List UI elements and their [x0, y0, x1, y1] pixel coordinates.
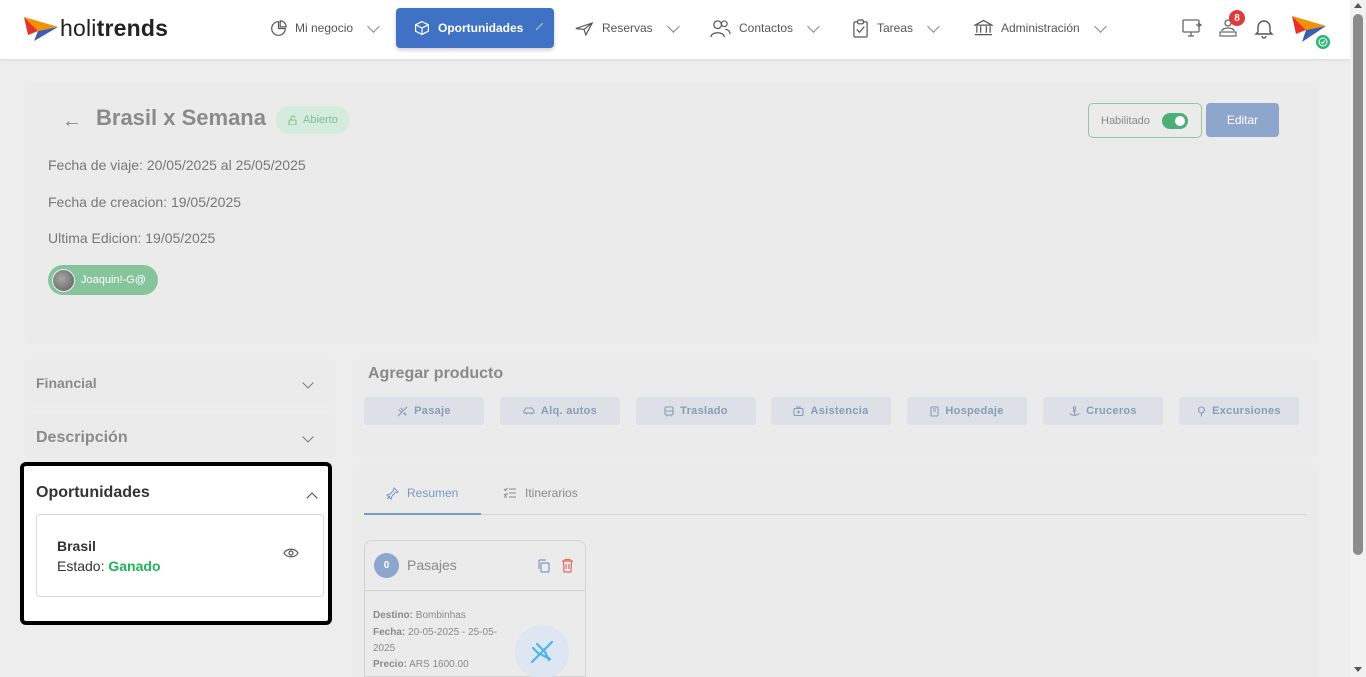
add-excursiones-button[interactable]: Excursiones — [1179, 397, 1299, 425]
pasajes-count: 0 — [374, 553, 399, 578]
chevron-down-icon — [666, 19, 680, 33]
nav-label: Mi negocio — [295, 21, 354, 35]
state-value: Ganado — [108, 558, 161, 574]
clipboard-check-icon — [853, 18, 868, 38]
status-label: Abierto — [303, 114, 338, 126]
fecha-line-cont: 2025 — [373, 643, 396, 654]
trash-icon[interactable] — [561, 558, 574, 573]
anchor-icon — [1069, 405, 1080, 416]
paper-plane-logo-icon — [24, 17, 58, 41]
scroll-down-arrow-icon[interactable] — [1354, 667, 1362, 672]
eye-icon[interactable] — [283, 547, 299, 559]
plane-icon — [515, 625, 569, 677]
accordion-title: Financial — [36, 375, 97, 391]
enabled-toggle[interactable] — [1161, 112, 1188, 129]
add-cruceros-button[interactable]: Cruceros — [1043, 397, 1163, 425]
nav-contactos[interactable]: Contactos — [710, 8, 820, 48]
box-icon — [415, 20, 429, 36]
checklist-icon — [503, 487, 516, 498]
hotel-icon — [930, 405, 939, 417]
active-tab-indicator — [364, 513, 481, 515]
holitrends-logo[interactable]: holitrends — [24, 14, 168, 42]
add-hospedaje-button[interactable]: Hospedaje — [907, 397, 1027, 425]
logo-text: holitrends — [60, 14, 169, 41]
chevron-down-icon — [927, 19, 940, 33]
fecha-line: Fecha: 20-05-2025 - 25-05- — [373, 627, 497, 638]
nav-oportunidades[interactable]: Oportunidades — [396, 8, 554, 48]
bell-icon[interactable] — [1253, 17, 1275, 39]
copy-icon[interactable] — [537, 559, 550, 573]
bus-icon — [664, 405, 674, 416]
bank-icon — [974, 19, 993, 36]
online-check-icon — [1314, 33, 1332, 51]
opportunity-name: Brasil — [57, 538, 96, 554]
nav-administracion[interactable]: Administración — [974, 8, 1107, 48]
nav-label: Contactos — [739, 21, 794, 35]
oportunidades-accordion: Oportunidades Brasil Estado: Ganado — [20, 462, 332, 625]
unlock-icon — [288, 115, 297, 125]
opportunity-state: Estado: Ganado — [57, 558, 161, 574]
pasajes-card: 0 Pasajes Destino: Bombinhas Fecha: 20-0… — [364, 540, 586, 677]
nav-label: Reservas — [602, 21, 653, 35]
avatar — [52, 268, 75, 292]
add-alq-autos-button[interactable]: Alq. autos — [500, 397, 620, 425]
chevron-down-icon — [1093, 19, 1107, 33]
accordion-title[interactable]: Oportunidades — [36, 484, 150, 502]
tabs-divider — [364, 514, 1307, 515]
nav-label: Tareas — [877, 21, 914, 35]
opportunity-item: Brasil Estado: Ganado — [36, 514, 324, 597]
users-icon — [710, 19, 731, 37]
page-scrollbar[interactable] — [1350, 0, 1366, 677]
scroll-up-arrow-icon[interactable] — [1354, 3, 1362, 8]
scroll-thumb[interactable] — [1353, 14, 1363, 555]
plane-icon — [575, 21, 594, 36]
travel-date: Fecha de viaje: 20/05/2025 al 25/05/2025 — [48, 157, 306, 173]
chevron-down-icon — [536, 22, 544, 30]
last-edit-date: Ultima Edicion: 19/05/2025 — [48, 230, 216, 246]
notification-badge: 8 — [1229, 10, 1245, 26]
nav-label: Oportunidades — [438, 21, 524, 35]
destino-line: Destino: Bombinhas — [373, 610, 466, 621]
tab-itinerarios[interactable]: Itinerarios — [503, 486, 578, 500]
user-chip[interactable]: Joaquin!-G@ — [48, 265, 158, 295]
pin-icon — [386, 486, 399, 500]
card-divider — [365, 590, 585, 591]
add-asistencia-button[interactable]: Asistencia — [771, 397, 891, 425]
add-pasaje-button[interactable]: Pasaje — [364, 397, 484, 425]
enabled-toggle-box[interactable]: Habilitado — [1088, 103, 1202, 138]
nav-reservas[interactable]: Reservas — [574, 8, 680, 48]
top-navbar: holitrends Mi negocio Oportunidades Rese… — [0, 0, 1350, 59]
add-product-title: Agregar producto — [368, 365, 504, 382]
car-icon — [523, 407, 535, 415]
creation-date: Fecha de creacion: 19/05/2025 — [48, 194, 242, 210]
edit-button[interactable]: Editar — [1206, 103, 1279, 137]
status-badge: Abierto — [276, 106, 350, 134]
tab-resumen[interactable]: Resumen — [386, 486, 458, 500]
back-arrow-icon[interactable]: ← — [62, 110, 82, 133]
chevron-down-icon — [302, 431, 314, 443]
page-title: Brasil x Semana — [96, 105, 266, 130]
descripcion-accordion[interactable]: Descripción — [24, 413, 336, 458]
screen-share-icon[interactable] — [1181, 17, 1203, 39]
chevron-down-icon — [807, 19, 820, 33]
user-name: Joaquin!-G@ — [81, 274, 146, 286]
medkit-icon — [793, 406, 805, 416]
add-traslado-button[interactable]: Traslado — [636, 397, 756, 425]
pin-icon — [1198, 405, 1206, 416]
accordion-title: Descripción — [36, 429, 128, 446]
toggle-label: Habilitado — [1101, 114, 1150, 127]
chevron-down-icon — [302, 377, 314, 389]
pasajes-title: Pasajes — [407, 557, 457, 573]
chevron-down-icon — [367, 19, 380, 33]
chevron-up-icon[interactable] — [306, 492, 318, 504]
precio-line: Precio: ARS 1600.00 — [373, 659, 469, 670]
nav-label: Administración — [1001, 21, 1080, 35]
nav-tareas[interactable]: Tareas — [852, 8, 940, 48]
plane-icon — [397, 406, 408, 416]
financial-accordion[interactable]: Financial — [24, 359, 336, 404]
pie-chart-icon — [271, 19, 287, 36]
nav-mi-negocio[interactable]: Mi negocio — [270, 8, 380, 48]
